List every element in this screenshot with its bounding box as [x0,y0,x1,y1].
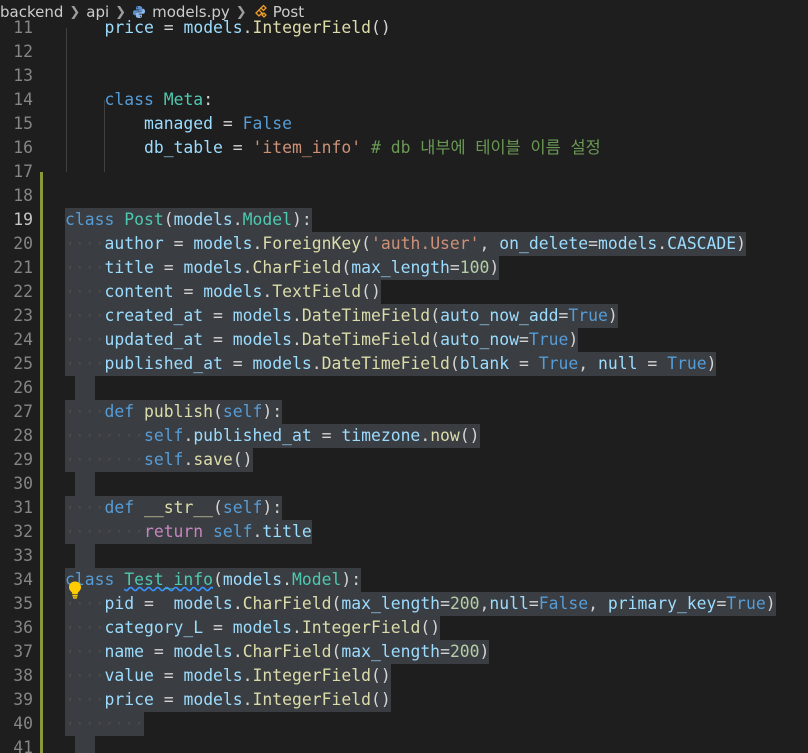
lightbulb-icon[interactable] [66,580,84,600]
code-line[interactable]: 11 price = models.IntegerField() [0,16,808,40]
line-number: 24 [13,330,33,349]
code-line[interactable]: 34 class Test_info(models.Model): [0,568,808,592]
line-number: 38 [13,666,33,685]
code-line[interactable]: 29 ········self.save() [0,448,808,472]
code-text: ····created_at = models.DateTimeField(au… [65,304,618,328]
code-text: ····content = models.TextField() [65,280,381,304]
code-line[interactable]: 18 [0,184,808,208]
line-number: 18 [13,186,33,205]
code-line[interactable]: 21 ····title = models.CharField(max_lengt… [0,256,808,280]
line-number: 11 [13,18,33,37]
code-line[interactable]: 16 db_table = 'item_info' # db 내부에 테이블 이… [0,136,808,160]
line-number: 39 [13,690,33,709]
code-line[interactable]: 19 class Post(models.Model): [0,208,808,232]
line-number: 35 [13,594,33,613]
line-number: 36 [13,618,33,637]
code-line[interactable]: 38 ····value = models.IntegerField() [0,664,808,688]
code-line[interactable]: 14 class Meta: [0,88,808,112]
code-text: managed = False [143,114,292,133]
line-number: 27 [13,402,33,421]
code-text: ····published_at = models.DateTimeField(… [65,352,717,376]
code-text: class Test_info(models.Model): [65,568,362,592]
code-text [75,544,95,568]
code-text: ····author = models.ForeignKey('auth.Use… [65,232,747,256]
code-text: ········return self.title [65,520,312,544]
code-text: ····price = models.IntegerField() [65,688,391,712]
line-number: 13 [13,66,33,85]
code-line[interactable]: 33 [0,544,808,568]
code-editor[interactable]: 11 price = models.IntegerField() 12 13 14 c… [0,18,808,753]
code-line[interactable]: 24 ····updated_at = models.DateTimeField(… [0,328,808,352]
line-number: 23 [13,306,33,325]
code-line[interactable]: 36 ····category_L = models.IntegerField() [0,616,808,640]
code-line[interactable]: 40 ········ [0,712,808,736]
line-number: 29 [13,450,33,469]
code-text: ····pid = models.CharField(max_length=20… [65,592,776,616]
code-text: ····category_L = models.IntegerField() [65,616,441,640]
code-line[interactable]: 26 [0,376,808,400]
code-text [75,472,95,496]
code-line[interactable]: 35 ····pid = models.CharField(max_length=… [0,592,808,616]
code-line[interactable]: 20 ····author = models.ForeignKey('auth.U… [0,232,808,256]
code-line[interactable]: 13 [0,64,808,88]
code-line[interactable]: 12 [0,40,808,64]
code-line[interactable]: 25 ····published_at = models.DateTimeFiel… [0,352,808,376]
code-line[interactable]: 17 [0,160,808,184]
code-text: ····title = models.CharField(max_length=… [65,256,500,280]
line-number: 32 [13,522,33,541]
code-text: ····name = models.CharField(max_length=2… [65,640,490,664]
line-number: 22 [13,282,33,301]
code-text [75,376,95,400]
code-text: db_table = 'item_info' # db 내부에 테이블 이름 설… [143,138,601,157]
line-number: 31 [13,498,33,517]
code-line[interactable]: 30 [0,472,808,496]
code-line[interactable]: 23 ····created_at = models.DateTimeField(… [0,304,808,328]
line-number: 15 [13,114,33,133]
code-line[interactable]: 32 ········return self.title [0,520,808,544]
code-text: ····def __str__(self): [65,496,283,520]
code-text: ········self.save() [65,448,253,472]
code-line[interactable]: 41 [0,736,808,753]
line-number: 40 [13,714,33,733]
code-text: class Meta: [104,90,214,109]
line-number: 12 [13,42,33,61]
line-number: 26 [13,378,33,397]
code-text [75,736,95,753]
code-line[interactable]: 31 ····def __str__(self): [0,496,808,520]
code-line[interactable]: 39 ····price = models.IntegerField() [0,688,808,712]
line-number: 33 [13,546,33,565]
code-line[interactable]: 28 ········self.published_at = timezone.n… [0,424,808,448]
line-number: 20 [13,234,33,253]
code-line[interactable]: 15 managed = False [0,112,808,136]
code-line[interactable]: 22 ····content = models.TextField() [0,280,808,304]
line-number: 16 [13,138,33,157]
line-number: 41 [13,738,33,753]
code-line[interactable]: 37 ····name = models.CharField(max_length… [0,640,808,664]
line-number: 37 [13,642,33,661]
code-text: ····def publish(self): [65,400,283,424]
code-text: ····updated_at = models.DateTimeField(au… [65,328,579,352]
code-text: ····value = models.IntegerField() [65,664,391,688]
line-number: 34 [13,570,33,589]
code-text: price = models.IntegerField() [104,18,391,37]
code-line[interactable]: 27 ····def publish(self): [0,400,808,424]
line-number: 28 [13,426,33,445]
line-number: 17 [13,162,33,181]
line-number: 25 [13,354,33,373]
code-text: ········self.published_at = timezone.now… [65,424,480,448]
code-text: ········ [65,712,144,736]
line-number: 14 [13,90,33,109]
line-number: 19 [13,210,33,229]
code-text: class Post(models.Model): [65,208,312,232]
line-number: 21 [13,258,33,277]
line-number: 30 [13,474,33,493]
